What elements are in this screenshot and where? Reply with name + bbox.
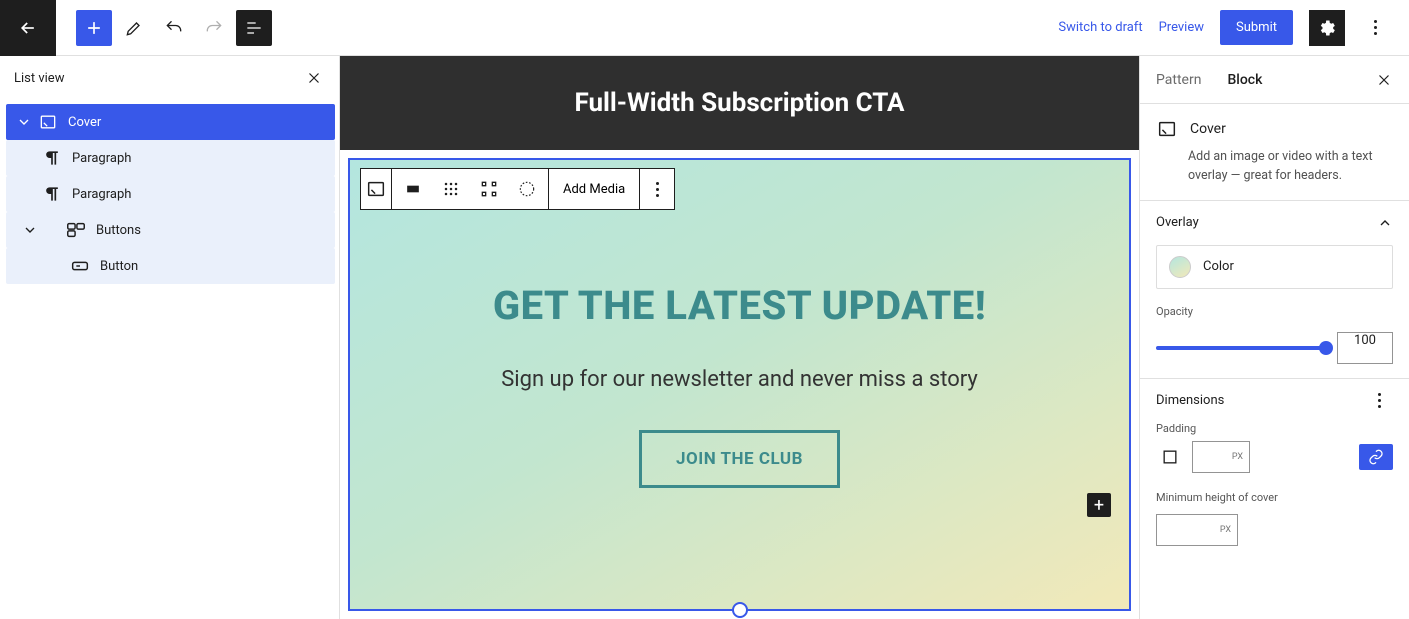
list-view-title: List view <box>14 71 64 86</box>
overlay-color-picker[interactable]: Color <box>1156 245 1393 289</box>
tree-label: Buttons <box>96 223 141 238</box>
opacity-input[interactable]: 100 <box>1337 332 1393 364</box>
cover-subline[interactable]: Sign up for our newsletter and never mis… <box>501 367 978 392</box>
add-block-button[interactable] <box>76 10 112 46</box>
color-swatch <box>1169 256 1191 278</box>
back-button[interactable] <box>0 0 56 56</box>
tab-pattern[interactable]: Pattern <box>1156 72 1201 88</box>
tree-label: Cover <box>68 115 101 130</box>
paragraph-icon <box>40 146 64 170</box>
collapse-overlay-button[interactable] <box>1377 215 1393 231</box>
more-options-button[interactable] <box>1361 20 1389 35</box>
tree-label: Paragraph <box>72 151 131 166</box>
canvas-title-bar: Full-Width Subscription CTA <box>340 56 1139 150</box>
block-toolbar: Add Media <box>360 168 675 210</box>
padding-label: Padding <box>1156 422 1393 435</box>
switch-to-draft-link[interactable]: Switch to draft <box>1058 20 1142 35</box>
cover-icon <box>1156 118 1178 140</box>
page-title[interactable]: Full-Width Subscription CTA <box>574 88 904 118</box>
tree-item-buttons[interactable]: Buttons <box>6 212 335 248</box>
opacity-label: Opacity <box>1156 305 1393 318</box>
button-icon <box>68 254 92 278</box>
min-height-input[interactable]: PX <box>1156 514 1238 546</box>
editor-canvas: Full-Width Subscription CTA Add Media <box>340 56 1139 619</box>
document-overview-button[interactable] <box>236 10 272 46</box>
tree-item-paragraph[interactable]: Paragraph <box>6 176 335 212</box>
add-inner-block-button[interactable]: + <box>1087 493 1111 517</box>
close-inspector-button[interactable] <box>1375 71 1393 89</box>
chevron-down-icon <box>18 222 42 238</box>
list-view-panel: List view Cover Paragraph <box>0 56 340 619</box>
cover-headline[interactable]: GET THE LATEST UPDATE! <box>493 282 986 329</box>
tree-label: Button <box>100 259 138 274</box>
full-height-icon[interactable] <box>474 174 504 204</box>
chevron-down-icon <box>12 114 36 130</box>
dimensions-more-button[interactable] <box>1365 393 1393 408</box>
toolbar-right: Switch to draft Preview Submit <box>1058 10 1409 46</box>
cover-block[interactable]: Add Media GET THE LATEST UPDATE! Sign up… <box>348 158 1131 611</box>
settings-button[interactable] <box>1309 10 1345 46</box>
content-position-icon[interactable] <box>436 174 466 204</box>
undo-button[interactable] <box>156 10 192 46</box>
overlay-section-title: Overlay <box>1156 215 1199 230</box>
dimensions-section-title: Dimensions <box>1156 393 1224 408</box>
opacity-slider[interactable] <box>1156 346 1327 350</box>
redo-button[interactable] <box>196 10 232 46</box>
paragraph-icon <box>40 182 64 206</box>
min-height-label: Minimum height of cover <box>1156 491 1393 504</box>
tree-item-button[interactable]: Button <box>6 248 335 284</box>
inspector-panel: Pattern Block Cover Add an image or vide… <box>1139 56 1409 619</box>
duotone-icon[interactable] <box>512 174 542 204</box>
block-type-name: Cover <box>1190 121 1226 137</box>
padding-sides-icon[interactable] <box>1156 443 1184 471</box>
tab-block[interactable]: Block <box>1227 72 1262 88</box>
tree-label: Paragraph <box>72 187 131 202</box>
padding-input[interactable]: PX <box>1192 441 1250 473</box>
tree-item-paragraph[interactable]: Paragraph <box>6 140 335 176</box>
edit-tool-button[interactable] <box>116 10 152 46</box>
link-sides-button[interactable] <box>1359 444 1393 470</box>
top-toolbar: Switch to draft Preview Submit <box>0 0 1409 56</box>
tree-item-cover[interactable]: Cover <box>6 104 335 140</box>
block-more-options-button[interactable] <box>643 182 671 197</box>
close-list-view-button[interactable] <box>305 69 323 87</box>
buttons-icon <box>64 218 88 242</box>
block-description: Add an image or video with a text overla… <box>1156 148 1393 186</box>
add-media-button[interactable]: Add Media <box>549 169 640 209</box>
resize-handle[interactable] <box>732 602 748 618</box>
cover-icon <box>36 110 60 134</box>
cover-block-type-icon[interactable] <box>361 174 391 204</box>
toolbar-left <box>56 10 272 46</box>
color-label: Color <box>1203 259 1234 274</box>
align-full-icon[interactable] <box>398 174 428 204</box>
preview-link[interactable]: Preview <box>1159 20 1204 35</box>
cta-button[interactable]: JOIN THE CLUB <box>639 430 840 488</box>
submit-button[interactable]: Submit <box>1220 10 1293 45</box>
